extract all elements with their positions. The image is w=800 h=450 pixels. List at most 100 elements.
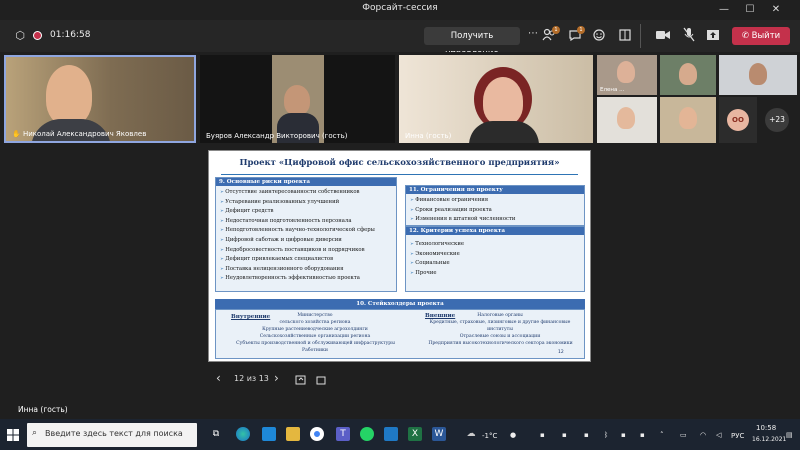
vscode-icon[interactable] (384, 427, 398, 441)
list-item: Поставка нелицензионного оборудования (220, 265, 393, 275)
store-icon[interactable] (262, 427, 276, 441)
list-item: Неподготовленность научно-технологическо… (220, 226, 393, 236)
avatar: ОО (727, 109, 749, 131)
bluetooth-icon[interactable]: ᛒ (604, 431, 608, 439)
video-tile-3[interactable]: Инна (гость) (399, 55, 593, 143)
request-control-button[interactable]: Получить управление (424, 27, 520, 59)
shield-icon[interactable]: ⬡ (12, 28, 28, 44)
video-tile-1[interactable]: ✋ Николай Александрович Яковлев (4, 55, 196, 143)
weather-temp: -1°C (482, 432, 498, 440)
video-tile-4[interactable]: Елена ... (597, 55, 657, 95)
meeting-toolbar: ⬡ (0, 20, 800, 52)
external-item: Кредитные, страховые, лизинговые и други… (429, 320, 571, 325)
limits-box: 11. Ограничения по проекту Финансовые ог… (405, 185, 585, 226)
list-item: Устаревание реализованных улучшений (220, 198, 393, 208)
video-tile-2[interactable]: Буяров Александр Викторович (гость) (200, 55, 395, 143)
task-view-icon[interactable]: ⧉ (209, 427, 223, 441)
fullscreen-icon[interactable] (315, 375, 327, 386)
participant-face (679, 107, 697, 129)
presenter-label: Инна (гость) (18, 405, 68, 414)
external-item: Отраслевые союзы и ассоциации (459, 334, 541, 339)
stakeholders-header: 10. Стейкхолдеры проекта (215, 299, 585, 309)
slide-page-number: 12 (558, 350, 564, 355)
minimize-button[interactable]: — (714, 2, 734, 18)
tray-app-icon[interactable]: ▪ (584, 431, 589, 439)
windows-start-icon[interactable] (7, 429, 19, 441)
video-tile-5[interactable] (660, 55, 716, 95)
raised-hand-icon: ✋ (12, 130, 21, 138)
maximize-button[interactable]: ☐ (740, 2, 760, 18)
title-underline (221, 174, 578, 175)
battery-icon[interactable]: ▭ (680, 431, 687, 439)
risks-list: Отсутствие заинтересованности собственни… (216, 186, 396, 284)
whatsapp-icon[interactable] (360, 427, 374, 441)
volume-icon[interactable]: ◁ (716, 431, 721, 439)
people-icon[interactable]: ● (510, 431, 516, 439)
tray-app-icon[interactable]: ▪ (640, 431, 645, 439)
list-item: Изменения в штатной численности (410, 215, 581, 225)
video-tile-8[interactable] (597, 97, 657, 143)
leave-button[interactable]: ✆ Выйти (732, 27, 790, 45)
risks-header: 9. Основные риски проекта (216, 178, 396, 186)
video-tile-6[interactable] (719, 55, 797, 95)
phone-icon: ✆ (741, 31, 752, 41)
criteria-box: 12. Критерии успеха проекта Технологичес… (405, 226, 585, 292)
sync-icon[interactable] (295, 375, 307, 386)
taskbar-search[interactable]: ⌕ Введите здесь текст для поиска (27, 423, 197, 447)
list-item: Социальные (410, 259, 581, 269)
clock-time[interactable]: 10:58 (756, 424, 776, 432)
rooms-icon[interactable] (618, 28, 632, 42)
more-participants-button[interactable]: +23 (765, 108, 789, 132)
word-icon[interactable]: W (432, 427, 446, 441)
recording-icon (33, 31, 42, 40)
list-item: Сроки реализации проекта (410, 206, 581, 216)
risks-box: 9. Основные риски проекта Отсутствие заи… (215, 177, 397, 292)
wifi-icon[interactable]: ◠ (700, 431, 706, 439)
participant-face (679, 63, 697, 85)
notifications-icon[interactable]: ▤ (786, 431, 793, 439)
file-explorer-icon[interactable] (286, 427, 300, 441)
list-item: Цифровой саботаж и цифровые диверсии (220, 236, 393, 246)
list-item: Неудовлетворенность эффективностью проек… (220, 274, 393, 284)
limits-header: 11. Ограничения по проекту (406, 186, 584, 194)
previous-slide-button[interactable]: ‹ (216, 371, 221, 385)
search-placeholder: Введите здесь текст для поиска (45, 429, 183, 438)
participant-face (749, 63, 767, 85)
participant-body (469, 121, 539, 143)
camera-icon[interactable] (655, 28, 671, 42)
avatar-tile[interactable]: ОО (719, 97, 757, 143)
tray-app-icon[interactable]: ▪ (621, 431, 626, 439)
participant-name-text: Николай Александрович Яковлев (22, 130, 147, 138)
criteria-list: Технологические Экономические Социальные… (406, 235, 584, 278)
video-tile-9[interactable] (660, 97, 716, 143)
list-item: Дефицит средств (220, 207, 393, 217)
microphone-muted-icon[interactable] (682, 27, 696, 43)
participant-name: Буяров Александр Викторович (гость) (206, 132, 348, 140)
reactions-icon[interactable] (592, 28, 606, 42)
participants-badge: 1 (552, 26, 560, 34)
language-indicator[interactable]: РУС (731, 432, 744, 440)
chevron-up-icon[interactable]: ˄ (660, 431, 664, 439)
window-title: Форсайт-сессия (362, 3, 438, 13)
participant-face (46, 65, 92, 125)
weather-icon[interactable]: ☁ (464, 427, 478, 441)
participant-face (284, 85, 310, 115)
share-screen-icon[interactable] (706, 28, 720, 42)
chrome-icon[interactable] (310, 427, 324, 441)
close-window-button[interactable]: ✕ (766, 2, 786, 18)
edge-icon[interactable] (236, 427, 250, 441)
list-item: Прочие (410, 269, 581, 279)
external-item: Налоговые органы (477, 313, 523, 318)
more-options-icon[interactable]: ⋯ (528, 28, 538, 39)
tray-app-icon[interactable]: ▪ (540, 431, 545, 439)
search-icon: ⌕ (32, 428, 38, 438)
clock-date[interactable]: 16.12.2021 (752, 436, 786, 443)
internal-item: Работники (302, 348, 328, 353)
list-item: Финансовые ограничения (410, 196, 581, 206)
meeting-timer: 01:16:58 (50, 30, 91, 40)
external-item: Предприятия высокотехнологического секто… (428, 341, 573, 346)
teams-icon[interactable]: T (336, 427, 350, 441)
next-slide-button[interactable]: › (274, 371, 279, 385)
excel-icon[interactable]: X (408, 427, 422, 441)
tray-app-icon[interactable]: ▪ (562, 431, 567, 439)
